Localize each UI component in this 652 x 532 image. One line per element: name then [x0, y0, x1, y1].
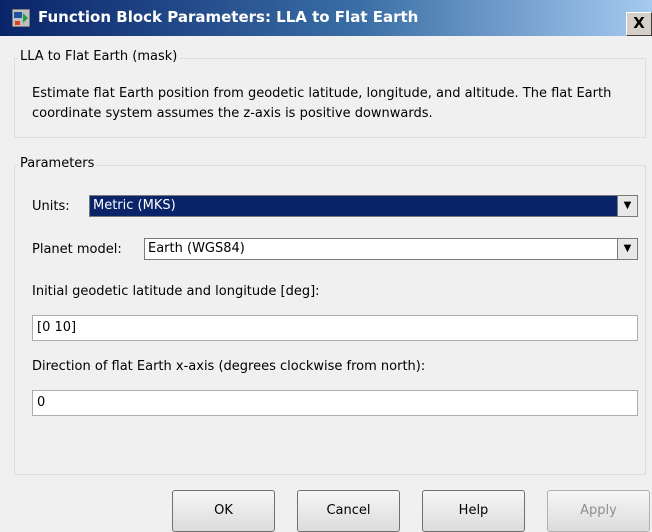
- cancel-button[interactable]: Cancel: [297, 490, 400, 532]
- window-title: Function Block Parameters: LLA to Flat E…: [38, 8, 419, 26]
- simulink-block-icon: [11, 8, 31, 28]
- mask-description: Estimate flat Earth position from geodet…: [32, 86, 612, 121]
- dropdown-arrow-icon[interactable]: ▼: [617, 239, 637, 259]
- close-icon: X: [633, 14, 645, 32]
- x-axis-direction-label: Direction of flat Earth x-axis (degrees …: [32, 359, 426, 374]
- planet-model-dropdown[interactable]: Earth (WGS84) ▼: [144, 238, 638, 260]
- units-dropdown[interactable]: Metric (MKS) ▼: [89, 195, 638, 217]
- x-axis-direction-value: 0: [37, 395, 46, 410]
- close-button[interactable]: X: [626, 12, 652, 36]
- parameters-group-label: Parameters: [18, 156, 97, 171]
- title-bar[interactable]: Function Block Parameters: LLA to Flat E…: [0, 0, 652, 36]
- planet-model-value: Earth (WGS84): [148, 241, 245, 256]
- x-axis-direction-field[interactable]: 0: [32, 390, 638, 416]
- initial-lat-lon-field[interactable]: [0 10]: [32, 315, 638, 341]
- units-value: Metric (MKS): [93, 198, 176, 213]
- initial-lat-lon-value: [0 10]: [37, 320, 77, 335]
- help-button[interactable]: Help: [422, 490, 525, 532]
- mask-group-label: LLA to Flat Earth (mask): [18, 49, 180, 64]
- planet-model-label: Planet model:: [32, 242, 122, 257]
- units-label: Units:: [32, 199, 70, 214]
- ok-button[interactable]: OK: [172, 490, 275, 532]
- dropdown-arrow-icon[interactable]: ▼: [617, 196, 637, 216]
- apply-button[interactable]: Apply: [547, 490, 650, 532]
- dialog-window: Function Block Parameters: LLA to Flat E…: [0, 0, 652, 532]
- initial-lat-lon-label: Initial geodetic latitude and longitude …: [32, 284, 320, 299]
